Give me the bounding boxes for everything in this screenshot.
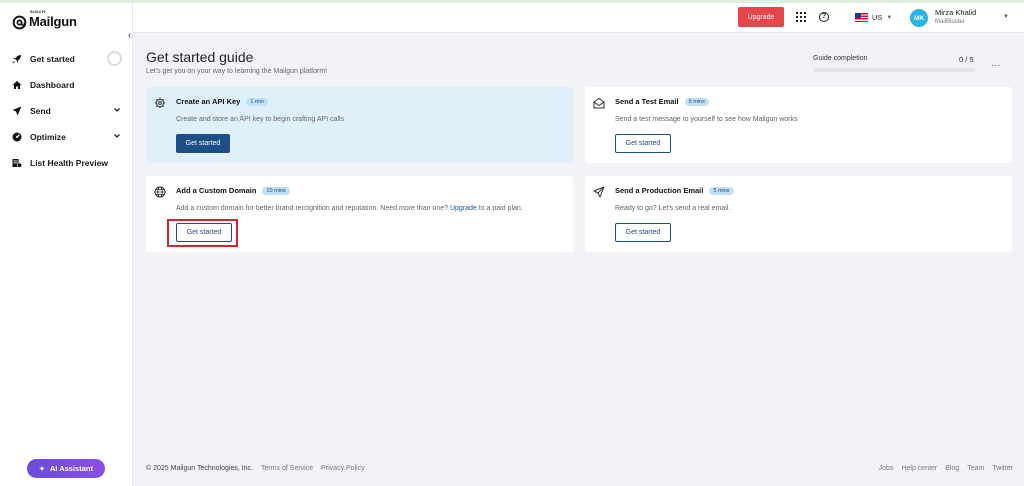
privacy-link[interactable]: Privacy Policy: [321, 465, 365, 472]
user-name[interactable]: Mirza Khalid: [935, 8, 976, 17]
card-title: Send a Production Email 5 mins: [615, 186, 734, 195]
chevron-down-icon[interactable]: [113, 106, 121, 114]
card-create-api-key: Create an API Key 1 min Create and store…: [146, 87, 573, 163]
sidebar-item-list-health-preview[interactable]: List Health Preview: [0, 150, 133, 176]
card-title-text: Create an API Key: [176, 97, 241, 106]
time-badge: 5 mins: [684, 97, 709, 106]
list-health-icon: [12, 159, 22, 168]
time-badge: 1 min: [246, 97, 268, 106]
terms-link[interactable]: Terms of Service: [261, 465, 313, 472]
us-flag-icon: [855, 13, 868, 22]
card-title-text: Send a Production Email: [615, 186, 704, 195]
get-started-button[interactable]: Get started: [615, 134, 671, 153]
sidebar-item-label: Send: [30, 106, 51, 116]
caret-down-icon[interactable]: ▼: [1003, 14, 1009, 20]
upgrade-link[interactable]: Upgrade: [450, 205, 477, 212]
get-started-button[interactable]: Get started: [615, 223, 671, 242]
footer-link-team[interactable]: Team: [967, 465, 984, 472]
card-description: Create and store an API key to begin cra…: [176, 116, 345, 123]
chevron-down-icon[interactable]: [113, 132, 121, 140]
card-title-text: Add a Custom Domain: [176, 186, 257, 195]
avatar[interactable]: MK: [910, 9, 928, 27]
sidebar-item-label: Optimize: [30, 132, 66, 142]
mailgun-logo[interactable]: SINCH Mailgun: [12, 9, 77, 33]
footer-link-twitter[interactable]: Twitter: [992, 465, 1013, 472]
sidebar-nav: Get started Dashboard Send Optimize List…: [0, 46, 133, 176]
card-title-text: Send a Test Email: [615, 97, 679, 106]
card-title: Add a Custom Domain 10 mins: [176, 186, 290, 195]
card-send-production-email: Send a Production Email 5 mins Ready to …: [585, 176, 1012, 252]
card-description: Ready to go? Let's send a real email.: [615, 205, 731, 212]
footer-left: © 2025 Mailgun Technologies, Inc. Terms …: [146, 465, 373, 472]
sidebar-item-label: Get started: [30, 54, 75, 64]
ai-assistant-label: AI Assistant: [49, 464, 93, 473]
more-options-button[interactable]: ...: [991, 58, 1001, 69]
footer-right: Jobs Help center Blog Team Twitter: [871, 465, 1013, 472]
sparkle-icon: ✦: [39, 465, 45, 473]
sidebar-item-label: Dashboard: [30, 80, 75, 90]
card-description: Send a test message to yourself to see h…: [615, 116, 798, 123]
help-icon[interactable]: ?: [819, 12, 829, 22]
region-label: US: [872, 13, 883, 22]
guide-completion-bar: [813, 68, 975, 72]
page-subtitle: Let's get you on your way to learning th…: [146, 68, 328, 75]
home-icon: [12, 81, 22, 89]
card-description-text: Add a custom domain for better brand rec…: [176, 205, 450, 212]
send-icon: [12, 106, 22, 116]
guide-completion-count: 0 / 5: [959, 55, 974, 64]
footer-link-help-center[interactable]: Help center: [901, 465, 937, 472]
gauge-icon: [12, 132, 22, 142]
caret-down-icon: ▼: [886, 14, 893, 21]
footer-link-jobs[interactable]: Jobs: [879, 465, 894, 472]
sidebar-item-label: List Health Preview: [30, 158, 108, 168]
user-org: MailBluster: [935, 19, 965, 25]
logo-name-text: Mailgun: [29, 14, 77, 29]
apps-grid-icon[interactable]: [796, 12, 806, 22]
sidebar-item-optimize[interactable]: Optimize: [0, 124, 133, 150]
rocket-icon: [12, 55, 21, 64]
highlight-box: [167, 219, 238, 247]
guide-completion-label: Guide completion: [813, 55, 868, 62]
card-description-text: to a paid plan.: [476, 205, 523, 212]
card-title: Send a Test Email 5 mins: [615, 97, 709, 106]
gear-icon: [154, 97, 166, 109]
sidebar-item-send[interactable]: Send: [0, 98, 133, 124]
main-content: Get started guide Let's get you on your …: [133, 33, 1024, 486]
copyright-text: © 2025 Mailgun Technologies, Inc.: [146, 465, 253, 472]
top-header: Upgrade ? US ▼ MK Mirza Khalid MailBlust…: [133, 3, 1024, 33]
sidebar-item-get-started[interactable]: Get started: [0, 46, 133, 72]
page-title: Get started guide: [146, 49, 254, 65]
card-title: Create an API Key 1 min: [176, 97, 268, 106]
card-description: Add a custom domain for better brand rec…: [176, 205, 523, 212]
mail-open-icon: [593, 97, 605, 109]
footer-link-blog[interactable]: Blog: [945, 465, 959, 472]
progress-ring: [107, 51, 122, 66]
mailgun-logo-icon: [12, 15, 27, 29]
get-started-button[interactable]: Get started: [176, 134, 230, 153]
card-send-test-email: Send a Test Email 5 mins Send a test mes…: [585, 87, 1012, 163]
sidebar: SINCH Mailgun ‹ Get started Dashboard Se…: [0, 3, 133, 486]
time-badge: 5 mins: [709, 186, 734, 195]
globe-icon: [154, 186, 166, 198]
paper-plane-icon: [593, 186, 605, 198]
time-badge: 10 mins: [262, 186, 290, 195]
upgrade-button[interactable]: Upgrade: [738, 7, 784, 27]
ai-assistant-button[interactable]: ✦ AI Assistant: [27, 459, 105, 478]
logo-sinch-text: SINCH: [30, 9, 46, 14]
sidebar-item-dashboard[interactable]: Dashboard: [0, 72, 133, 98]
region-selector[interactable]: US ▼: [855, 11, 892, 24]
